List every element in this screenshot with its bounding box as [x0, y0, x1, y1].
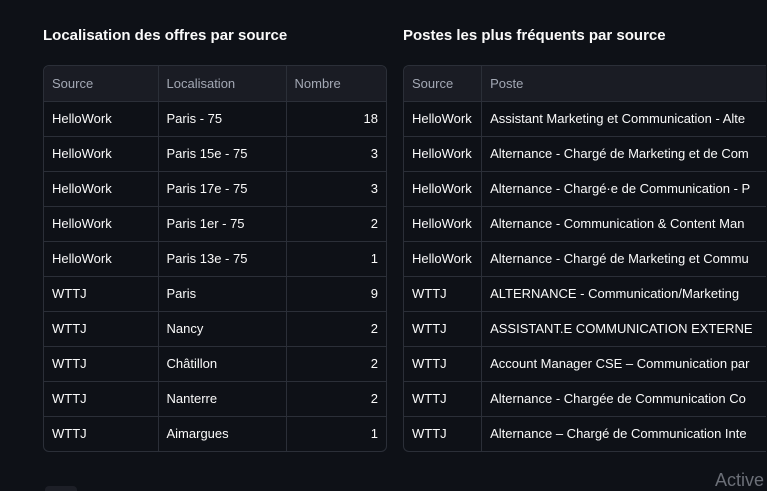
table-row[interactable]: WTTJ Account Manager CSE – Communication …: [404, 346, 766, 382]
cell-position: Assistant Marketing et Communication - A…: [481, 101, 766, 137]
cell-source: HelloWork: [404, 206, 483, 242]
column-header-source[interactable]: Source: [404, 66, 483, 102]
bottom-element: [45, 486, 77, 491]
table-row[interactable]: WTTJ ASSISTANT.E COMMUNICATION EXTERNE: [404, 311, 766, 347]
cell-source: WTTJ: [44, 311, 159, 347]
cell-count: 9: [286, 276, 386, 312]
cell-location: Nanterre: [158, 381, 287, 417]
location-table-title: Localisation des offres par source: [43, 27, 288, 44]
table-row[interactable]: HelloWork Assistant Marketing et Communic…: [404, 101, 766, 137]
cell-source: HelloWork: [404, 241, 483, 277]
table-row[interactable]: WTTJ Paris 9: [44, 276, 386, 312]
cell-position: Alternance - Chargé de Marketing et Comm…: [481, 241, 766, 277]
cell-position: ALTERNANCE - Communication/Marketing: [481, 276, 766, 312]
cell-source: WTTJ: [404, 381, 483, 417]
cell-source: WTTJ: [44, 416, 159, 451]
table-row[interactable]: WTTJ Alternance – Chargé de Communication…: [404, 416, 766, 451]
cell-source: HelloWork: [404, 101, 483, 137]
table-header-row: Source Localisation Nombre: [44, 66, 386, 102]
cell-count: 1: [370, 426, 378, 442]
table-row[interactable]: WTTJ Châtillon 2: [44, 346, 386, 382]
table-row[interactable]: HelloWork Paris - 75 18: [44, 101, 386, 137]
column-header-source[interactable]: Source: [44, 66, 159, 102]
column-header-location[interactable]: Localisation: [158, 66, 287, 102]
cell-count: 2: [286, 346, 386, 382]
cell-position: Alternance - Communication & Content Man: [481, 206, 766, 242]
cell-location: Paris 1er - 75: [158, 206, 287, 242]
cell-source: WTTJ: [404, 311, 483, 347]
cell-source: HelloWork: [44, 101, 159, 137]
cell-position: Alternance - Chargé de Marketing et de C…: [481, 136, 766, 172]
cell-position: ASSISTANT.E COMMUNICATION EXTERNE: [481, 311, 766, 347]
table-row[interactable]: WTTJ Nanterre 2: [44, 381, 386, 417]
table-row[interactable]: WTTJ ALTERNANCE - Communication/Marketing: [404, 276, 766, 312]
cell-source: HelloWork: [44, 136, 159, 172]
cell-source: HelloWork: [44, 241, 159, 277]
cell-location: Paris - 75: [158, 101, 287, 137]
cell-position: Account Manager CSE – Communication par: [481, 346, 766, 382]
cell-source: WTTJ: [44, 346, 159, 382]
column-header-count[interactable]: Nombre: [286, 66, 386, 102]
cell-location: Paris 13e - 75: [158, 241, 287, 277]
table-row[interactable]: WTTJ Alternance - Chargée de Communicatio…: [404, 381, 766, 417]
cell-count: 1: [286, 241, 386, 277]
column-header-position[interactable]: Poste: [481, 66, 766, 102]
cell-count: 2: [286, 311, 386, 347]
cell-location: Paris 17e - 75: [158, 171, 287, 207]
positions-table[interactable]: Source Poste HelloWork Assistant Marketin…: [403, 65, 766, 452]
cell-location: Paris 15e - 75: [158, 136, 287, 172]
cell-source: HelloWork: [44, 171, 159, 207]
table-row[interactable]: HelloWork Paris 1er - 75 2: [44, 206, 386, 242]
cell-position: Alternance - Chargée de Communication Co: [481, 381, 766, 417]
table-row[interactable]: HelloWork Alternance - Communication & Co…: [404, 206, 766, 242]
cell-count: 3: [286, 171, 386, 207]
table-row[interactable]: HelloWork Paris 13e - 75 1: [44, 241, 386, 277]
table-row[interactable]: WTTJ Aimargues 1: [44, 416, 386, 451]
cell-location: Aimargues: [158, 416, 287, 451]
cell-count: 3: [286, 136, 386, 172]
table-header-row: Source Poste: [404, 66, 766, 102]
activation-watermark: Active: [715, 470, 765, 490]
table-row[interactable]: HelloWork Alternance - Chargé de Marketin…: [404, 136, 766, 172]
cell-source: HelloWork: [404, 136, 483, 172]
cell-location: Paris: [158, 276, 287, 312]
cell-source: WTTJ: [404, 346, 483, 382]
cell-source: WTTJ: [44, 276, 159, 312]
positions-table-title: Postes les plus fréquents par source: [403, 27, 666, 44]
cell-source: HelloWork: [404, 171, 483, 207]
cell-source: WTTJ: [404, 416, 483, 451]
cell-location: Châtillon: [158, 346, 287, 382]
table-row[interactable]: WTTJ Nancy 2: [44, 311, 386, 347]
table-row[interactable]: HelloWork Alternance - Chargé de Marketin…: [404, 241, 766, 277]
cell-position: Alternance - Chargé·e de Communication -…: [481, 171, 766, 207]
cell-source: WTTJ: [404, 276, 483, 312]
table-row[interactable]: HelloWork Paris 15e - 75 3: [44, 136, 386, 172]
cell-source: HelloWork: [44, 206, 159, 242]
page: Localisation des offres par source Sourc…: [0, 0, 767, 491]
cell-count: 2: [286, 206, 386, 242]
cell-location: Nancy: [158, 311, 287, 347]
table-row[interactable]: HelloWork Alternance - Chargé·e de Commun…: [404, 171, 766, 207]
cell-count: 2: [286, 381, 386, 417]
cell-position: Alternance – Chargé de Communication Int…: [490, 426, 747, 442]
cell-source: WTTJ: [44, 381, 159, 417]
location-table[interactable]: Source Localisation Nombre HelloWork Pari…: [43, 65, 387, 452]
cell-count: 18: [286, 101, 386, 137]
table-row[interactable]: HelloWork Paris 17e - 75 3: [44, 171, 386, 207]
